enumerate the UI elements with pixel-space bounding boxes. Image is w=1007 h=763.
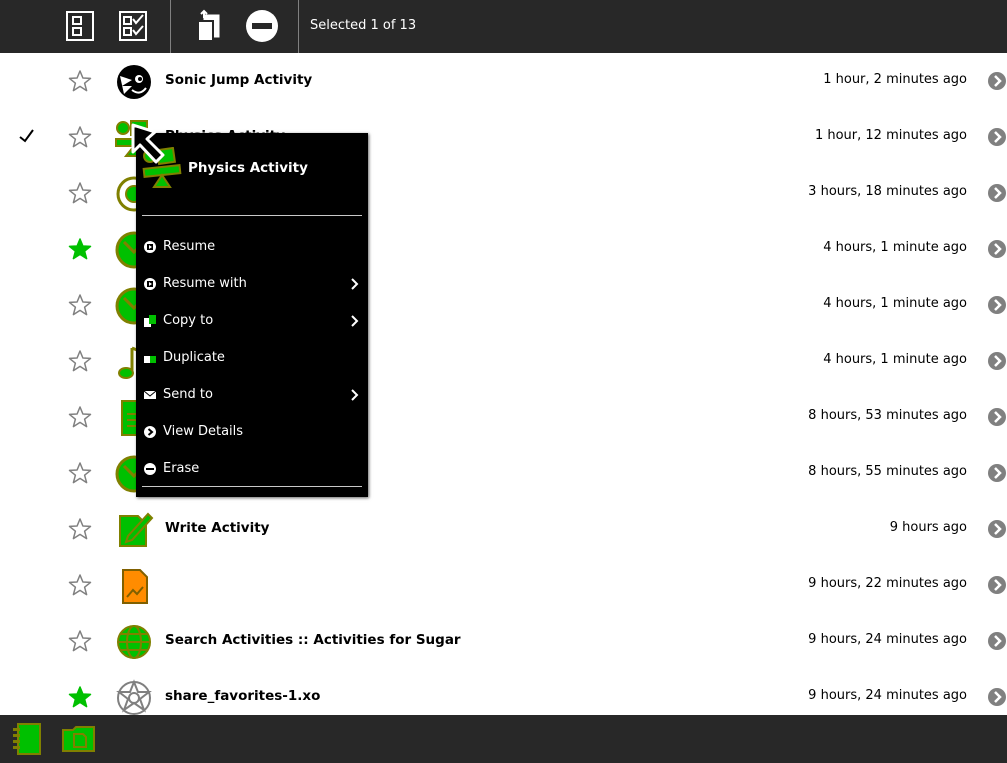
write-icon[interactable] [114, 510, 154, 550]
entry-timestamp: 9 hours ago [889, 520, 967, 535]
palette-divider [142, 215, 362, 216]
favorite-star-icon[interactable] [68, 685, 92, 709]
select-none-button[interactable] [58, 4, 102, 48]
select-none-icon [66, 11, 94, 41]
entry-timestamp: 9 hours, 24 minutes ago [808, 632, 967, 647]
menu-item-send-to[interactable]: Send to [136, 378, 368, 412]
menu-item-view-details[interactable]: View Details [136, 415, 368, 449]
copy-button[interactable] [186, 4, 230, 48]
menu-item-duplicate[interactable]: Duplicate [136, 341, 368, 375]
favorite-star-icon[interactable] [68, 629, 92, 653]
favorite-star-icon[interactable] [68, 573, 92, 597]
context-palette: Physics Activity Resume Resume with Copy t… [136, 133, 368, 497]
list-item[interactable]: 9 hours, 22 minutes ago [0, 557, 1007, 613]
details-arrow-icon[interactable] [987, 127, 1007, 147]
journal-icon [13, 723, 41, 755]
erase-icon [144, 463, 156, 475]
chevron-right-icon [351, 389, 359, 401]
journal-button[interactable] [6, 721, 46, 757]
copy-icon [144, 315, 156, 327]
toolbar-separator [170, 0, 171, 53]
details-arrow-icon[interactable] [987, 463, 1007, 483]
menu-item-label: Resume [163, 239, 216, 254]
details-arrow-icon[interactable] [987, 351, 1007, 371]
entry-title[interactable]: share_favorites-1.xo [165, 688, 320, 704]
documents-button[interactable] [59, 721, 99, 757]
details-arrow-icon[interactable] [987, 575, 1007, 595]
copy-icon [197, 9, 220, 42]
envelope-icon [143, 390, 157, 399]
favorite-star-icon[interactable] [68, 181, 92, 205]
bundle-icon[interactable] [114, 678, 154, 715]
checkmark-icon[interactable] [17, 126, 37, 146]
chevron-right-icon [351, 315, 359, 327]
menu-item-label: Send to [163, 387, 213, 402]
entry-title[interactable]: Write Activity [165, 520, 269, 536]
list-item[interactable]: Search Activities :: Activities for Suga… [0, 613, 1007, 669]
chevron-right-icon [351, 278, 359, 290]
select-all-icon [119, 11, 147, 41]
mouse-pointer-icon [131, 123, 165, 164]
select-all-button[interactable] [111, 4, 155, 48]
toolbar-separator [298, 0, 299, 53]
menu-item-label: Copy to [163, 313, 214, 328]
details-arrow-icon[interactable] [987, 183, 1007, 203]
menu-item-resume-with[interactable]: Resume with [136, 267, 368, 301]
details-icon [144, 426, 156, 438]
list-item[interactable]: share_favorites-1.xo 9 hours, 24 minutes … [0, 669, 1007, 715]
menu-item-label: Erase [163, 461, 200, 476]
entry-timestamp: 3 hours, 18 minutes ago [808, 184, 967, 199]
menu-item-label: Resume with [163, 276, 247, 291]
menu-item-resume[interactable]: Resume [136, 230, 368, 264]
favorite-star-icon[interactable] [68, 69, 92, 93]
details-arrow-icon[interactable] [987, 295, 1007, 315]
erase-icon [246, 10, 278, 42]
entry-timestamp: 9 hours, 22 minutes ago [808, 576, 967, 591]
entry-timestamp: 8 hours, 55 minutes ago [808, 464, 967, 479]
favorite-star-icon[interactable] [68, 517, 92, 541]
documents-folder-icon [62, 726, 95, 752]
favorite-star-icon[interactable] [68, 405, 92, 429]
menu-item-erase[interactable]: Erase [136, 452, 368, 486]
bottom-toolbar [0, 715, 1007, 763]
entry-timestamp: 4 hours, 1 minute ago [823, 296, 967, 311]
menu-item-copy-to[interactable]: Copy to [136, 304, 368, 338]
entry-timestamp: 1 hour, 2 minutes ago [823, 72, 967, 87]
duplicate-icon [144, 356, 156, 363]
details-arrow-icon[interactable] [987, 71, 1007, 91]
resume-icon [144, 278, 156, 290]
entry-timestamp: 4 hours, 1 minute ago [823, 240, 967, 255]
entry-timestamp: 1 hour, 12 minutes ago [814, 128, 967, 143]
list-item[interactable]: Sonic Jump Activity 1 hour, 2 minutes ago [0, 53, 1007, 109]
favorite-star-icon[interactable] [68, 125, 92, 149]
toolbar: Selected 1 of 13 [0, 0, 1007, 53]
palette-title: Physics Activity [188, 160, 308, 176]
menu-item-label: View Details [163, 424, 244, 439]
details-arrow-icon[interactable] [987, 519, 1007, 539]
favorite-star-icon[interactable] [68, 349, 92, 373]
selection-status: Selected 1 of 13 [310, 18, 417, 33]
favorite-star-icon[interactable] [68, 461, 92, 485]
details-arrow-icon[interactable] [987, 239, 1007, 259]
details-arrow-icon[interactable] [987, 687, 1007, 707]
entry-title[interactable]: Sonic Jump Activity [165, 72, 312, 88]
details-arrow-icon[interactable] [987, 631, 1007, 651]
entry-title[interactable]: Search Activities :: Activities for Suga… [165, 632, 461, 648]
favorite-star-icon[interactable] [68, 293, 92, 317]
favorite-star-icon[interactable] [68, 237, 92, 261]
sonic-icon[interactable] [114, 62, 154, 102]
entry-timestamp: 8 hours, 53 minutes ago [808, 408, 967, 423]
palette-divider [142, 486, 362, 487]
erase-button[interactable] [240, 4, 284, 48]
menu-item-label: Duplicate [163, 350, 225, 365]
resume-icon [144, 241, 156, 253]
globe-icon[interactable] [114, 622, 154, 662]
image-file-icon[interactable] [114, 566, 154, 606]
details-arrow-icon[interactable] [987, 407, 1007, 427]
entry-timestamp: 9 hours, 24 minutes ago [808, 688, 967, 703]
entry-timestamp: 4 hours, 1 minute ago [823, 352, 967, 367]
list-item[interactable]: Write Activity 9 hours ago [0, 501, 1007, 557]
